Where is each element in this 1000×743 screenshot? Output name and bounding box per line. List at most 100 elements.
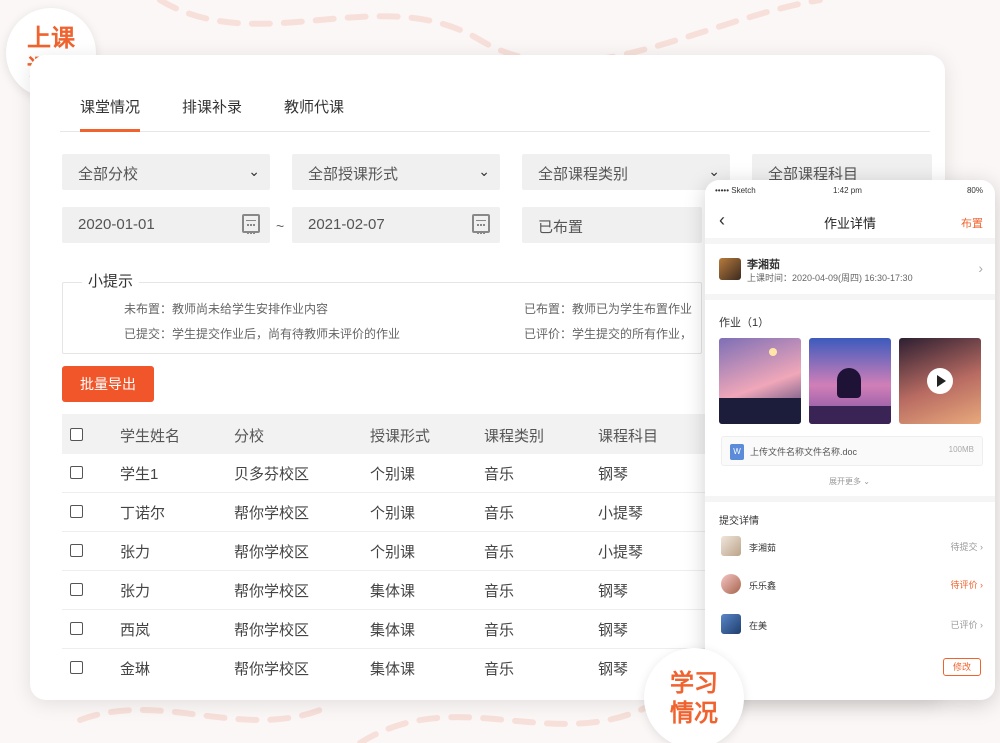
badge-text-1: 上课 [27,24,75,52]
cell-subject: 钢琴 [598,622,629,639]
date-to-value: 2021-02-07 [308,216,385,233]
date-from-value: 2020-01-01 [78,216,155,233]
col-subject: 课程科目 [598,428,659,445]
tip-submitted: 已提交：学生提交作业后，尚有待教师未评价的作业 [124,327,401,341]
cell-course-type: 音乐 [484,544,515,561]
submission-status: 待评价 › [950,580,983,590]
cell-teach-mode: 个别课 [370,505,416,522]
teach-mode-select-value: 全部授课形式 [308,166,399,183]
publish-link[interactable]: 布置 [961,215,983,231]
cell-branch: 帮你学校区 [234,622,310,639]
cell-teach-mode: 集体课 [370,583,416,600]
status-carrier: ••••• Sketch [715,186,756,195]
date-to-input[interactable]: 2021-02-07 [292,207,500,243]
cell-student-name: 学生1 [120,466,159,483]
cell-course-type: 音乐 [484,466,515,483]
cell-student-name: 丁诺尔 [120,505,166,522]
expand-more-link[interactable]: 展开更多 ⌄ [829,476,870,487]
cell-student-name: 张力 [120,583,151,600]
chevron-down-icon: ⌄ [248,163,260,179]
cell-teach-mode: 个别课 [370,544,416,561]
cell-teach-mode: 集体课 [370,622,416,639]
submission-label: 提交详情 [719,516,759,527]
class-time: 上课时间：2020-04-09(周四) 16:30-17:30 [747,273,913,283]
cell-teach-mode: 个别课 [370,466,416,483]
book-icon [719,258,741,280]
tips-title: 小提示 [82,270,140,291]
attachment-file[interactable]: W 上传文件名称文件名称.doc 100MB [721,436,983,466]
status-time: 1:42 pm [833,186,862,195]
chevron-down-icon: ⌄ [708,163,720,179]
study-status-badge: 学习 情况 [644,648,744,743]
row-divider [62,609,707,610]
cell-teach-mode: 集体课 [370,661,416,678]
cell-branch: 贝多芬校区 [234,466,310,483]
tip-assigned: 已布置：教师已为学生布置作业 [524,302,693,316]
homework-video[interactable] [899,338,981,424]
status-select-value: 已布置 [538,219,584,236]
file-size: 100MB [948,445,974,454]
doc-file-icon: W [730,444,744,460]
homework-image-1[interactable] [719,338,801,424]
section-divider [705,238,995,244]
course-type-select[interactable]: 全部课程类别 ⌄ [522,154,730,190]
student-name: 在美 [749,621,768,631]
section-divider [705,496,995,502]
tab-bar: 课堂情况 排课补录 教师代课 [60,82,930,132]
student-name: 李湘茹 [749,543,777,553]
cell-student-name: 金琳 [120,661,151,678]
row-divider [62,492,707,493]
tab-schedule-supplement[interactable]: 排课补录 [182,82,242,132]
row-divider [62,570,707,571]
cell-subject: 钢琴 [598,583,629,600]
tab-substitute-teacher[interactable]: 教师代课 [284,82,344,132]
row-checkbox[interactable] [70,466,83,479]
course-type-select-value: 全部课程类别 [538,166,629,183]
submission-status: 已评价 › [950,620,983,630]
batch-export-button[interactable]: 批量导出 [62,366,154,402]
row-checkbox[interactable] [70,505,83,518]
select-all-checkbox[interactable] [70,428,83,441]
section-divider [705,294,995,300]
badge-text-2: 情况 [670,699,718,727]
row-divider [62,531,707,532]
student-name: 乐乐鑫 [749,581,777,591]
calendar-icon[interactable] [472,214,490,234]
row-checkbox[interactable] [70,661,83,674]
tab-class-status[interactable]: 课堂情况 [80,82,141,132]
row-checkbox[interactable] [70,544,83,557]
badge-text-1: 学习 [670,669,718,697]
phone-homework-detail: ••••• Sketch 1:42 pm 80% ‹ 作业详情 布置 李湘茹 上… [705,180,995,700]
phone-title: 作业详情 [823,216,876,231]
homework-image-2[interactable] [809,338,891,424]
col-student-name: 学生姓名 [120,428,181,445]
row-checkbox[interactable] [70,622,83,635]
chevron-down-icon: ⌄ [478,163,490,179]
cell-course-type: 音乐 [484,661,515,678]
tip-not-assigned: 未布置：教师尚未给学生安排作业内容 [124,302,329,316]
homework-label: 作业（1） [719,317,770,329]
play-icon[interactable] [927,368,953,394]
avatar [721,536,741,556]
edit-button[interactable]: 修改 [943,658,981,676]
date-from-input[interactable]: 2020-01-01 [62,207,270,243]
cell-subject: 小提琴 [598,505,644,522]
cell-course-type: 音乐 [484,622,515,639]
branch-select-value: 全部分校 [78,166,139,183]
row-checkbox[interactable] [70,583,83,596]
col-teach-mode: 授课形式 [370,428,431,445]
cell-course-type: 音乐 [484,505,515,522]
calendar-icon[interactable] [242,214,260,234]
branch-select[interactable]: 全部分校 ⌄ [62,154,270,190]
cell-student-name: 张力 [120,544,151,561]
row-divider [62,648,707,649]
status-select[interactable]: 已布置 [522,207,702,243]
teach-mode-select[interactable]: 全部授课形式 ⌄ [292,154,500,190]
teacher-name: 李湘茹 [747,259,780,271]
tips-box [62,282,702,354]
cell-student-name: 西岚 [120,622,151,639]
chevron-right-icon: › [978,260,983,276]
avatar [721,574,741,594]
date-separator: ~ [276,218,285,234]
file-name: 上传文件名称文件名称.doc [750,447,858,457]
